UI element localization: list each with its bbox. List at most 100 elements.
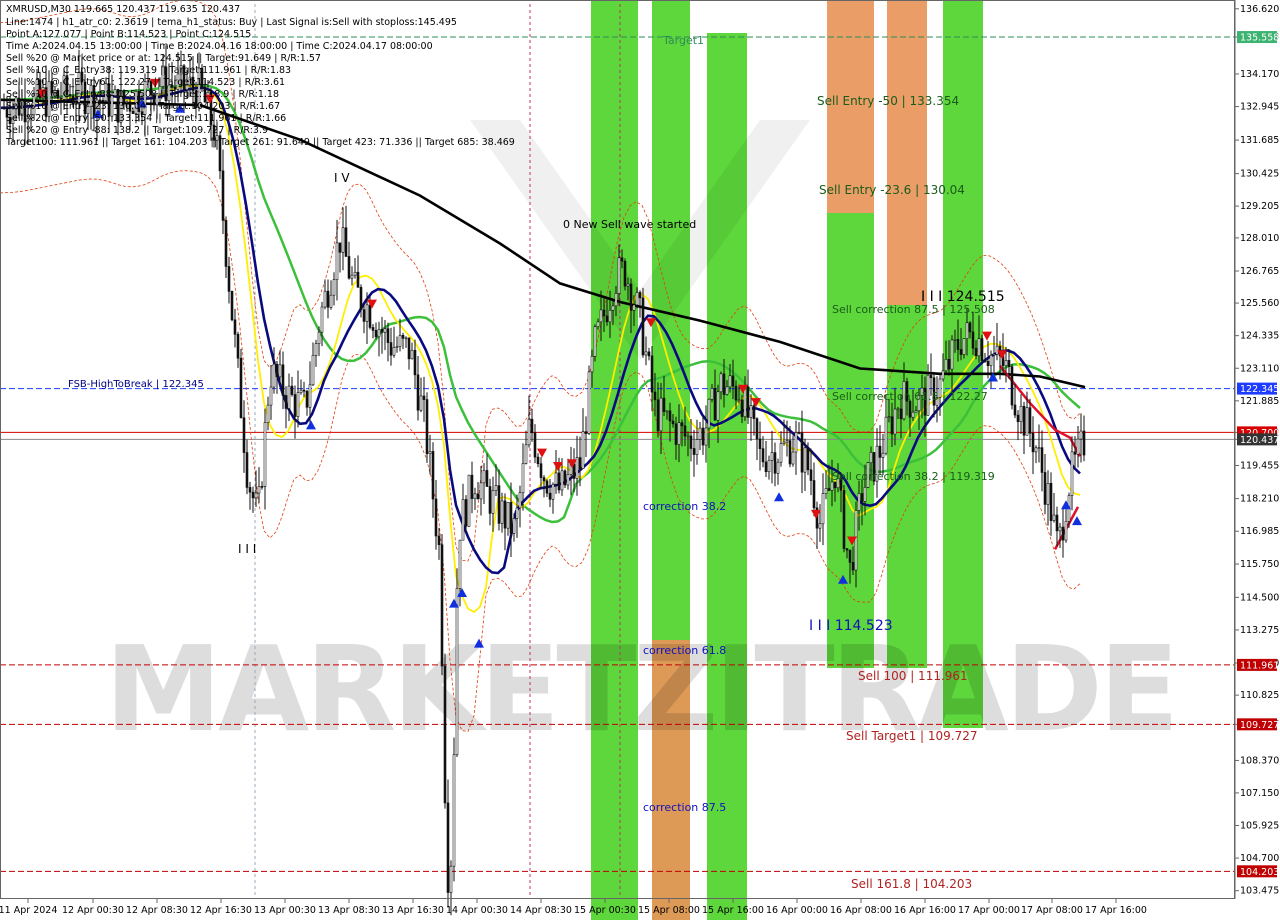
candle-body (488, 486, 492, 514)
candle-body (581, 431, 585, 470)
candle-body (263, 422, 267, 487)
x-tick-label: 15 Apr 16:00 (702, 905, 764, 916)
x-tick-label: 14 Apr 08:30 (510, 905, 572, 916)
candle-body (809, 469, 813, 481)
x-tick-label: 17 Apr 16:00 (1085, 905, 1147, 916)
info-line: Sell %20 @ Market price or at: 124.515 |… (6, 53, 321, 64)
candle-body (620, 257, 624, 262)
candle-body (494, 485, 498, 491)
candle-body (464, 499, 468, 527)
candle-body (740, 399, 744, 417)
candle-body (266, 404, 270, 423)
candle-body (515, 507, 519, 519)
candle-body (347, 256, 351, 279)
candle-body (914, 410, 918, 413)
candle-body (269, 386, 273, 406)
y-tick-label: 119.455 (1240, 461, 1279, 472)
candle-body (248, 487, 252, 493)
candle-body (359, 287, 363, 310)
candle-body (749, 405, 753, 418)
candle-body (848, 549, 852, 563)
candle-body (596, 321, 600, 328)
chart-annotation: Sell 161.8 | 104.203 (851, 877, 972, 891)
candle-body (1034, 447, 1038, 453)
candle-body (608, 309, 612, 323)
candle-body (587, 371, 591, 434)
candle-body (1064, 520, 1068, 541)
candle-body (260, 486, 264, 488)
info-line: Sell %20 @ Entry -50: 133.354 || Target:… (6, 113, 287, 124)
candle-body (1022, 405, 1026, 436)
price-tag-label: 104.203 (1240, 867, 1279, 878)
candle-body (446, 802, 450, 893)
chart-annotation: 0 New Sell wave started (563, 218, 696, 231)
candle-body (968, 322, 972, 333)
candle-body (506, 502, 510, 529)
candle-body (467, 474, 471, 527)
candle-body (548, 492, 552, 500)
candle-body (362, 309, 366, 322)
candle-body (338, 242, 342, 253)
candle-body (227, 266, 231, 292)
candle-body (233, 319, 237, 335)
candle-body (1052, 514, 1056, 521)
candle-body (1076, 438, 1080, 455)
candle-body (956, 339, 960, 350)
candle-body (290, 385, 294, 395)
candle-body (518, 492, 522, 509)
candle-body (698, 427, 702, 440)
candle-body (386, 328, 390, 343)
candle-body (785, 440, 789, 443)
price-tag-label: 135.558 (1240, 33, 1279, 44)
y-tick-label: 108.370 (1240, 755, 1279, 766)
candle-body (287, 385, 291, 409)
candle-body (296, 392, 300, 417)
candle-body (254, 492, 258, 499)
y-tick-label: 125.560 (1240, 298, 1279, 309)
chart-annotation: FSB-HighToBreak | 122.345 (68, 379, 204, 390)
candle-body (659, 397, 663, 432)
candle-body (533, 432, 537, 458)
candle-body (341, 227, 345, 253)
candle-body (677, 422, 681, 445)
candle-body (1019, 405, 1023, 423)
candle-body (635, 292, 639, 306)
candle-body (974, 347, 978, 357)
candle-body (545, 480, 549, 494)
candle-body (572, 463, 576, 479)
candle-body (323, 290, 327, 308)
candle-body (425, 399, 429, 454)
y-tick-label: 128.010 (1240, 233, 1279, 244)
price-tag-label: 111.961 (1240, 660, 1279, 671)
symbol-line: XMRUSD,M30 119.665 120.437 119.635 120.4… (6, 4, 241, 15)
candle-body (428, 451, 432, 454)
candle-body (671, 420, 675, 425)
candle-body (1016, 414, 1020, 423)
candle-body (449, 865, 453, 893)
candle-body (479, 482, 483, 500)
chart-annotation: Target1 (662, 34, 704, 47)
candle-body (683, 425, 687, 437)
candle-body (521, 463, 525, 494)
candle-body (374, 330, 378, 338)
candle-body (557, 472, 561, 491)
info-line: Sell %20 @ Entry -88: 138.2 || Target:10… (6, 125, 269, 136)
candle-body (1055, 514, 1059, 532)
candle-body (1040, 447, 1044, 473)
y-tick-label: 118.210 (1240, 494, 1279, 505)
candle-body (350, 274, 354, 279)
x-tick-label: 13 Apr 00:30 (254, 905, 316, 916)
candle-body (899, 408, 903, 420)
candle-body (854, 510, 858, 571)
candle-body (668, 410, 672, 422)
candle-body (944, 358, 948, 372)
candle-body (599, 309, 603, 323)
candle-body (611, 305, 615, 311)
candle-body (404, 337, 408, 340)
x-tick-label: 13 Apr 08:30 (318, 905, 380, 916)
y-tick-label: 134.170 (1240, 69, 1279, 80)
candle-body (911, 411, 915, 418)
candle-body (527, 418, 531, 446)
candle-body (230, 291, 234, 321)
x-tick-label: 16 Apr 08:00 (830, 905, 892, 916)
